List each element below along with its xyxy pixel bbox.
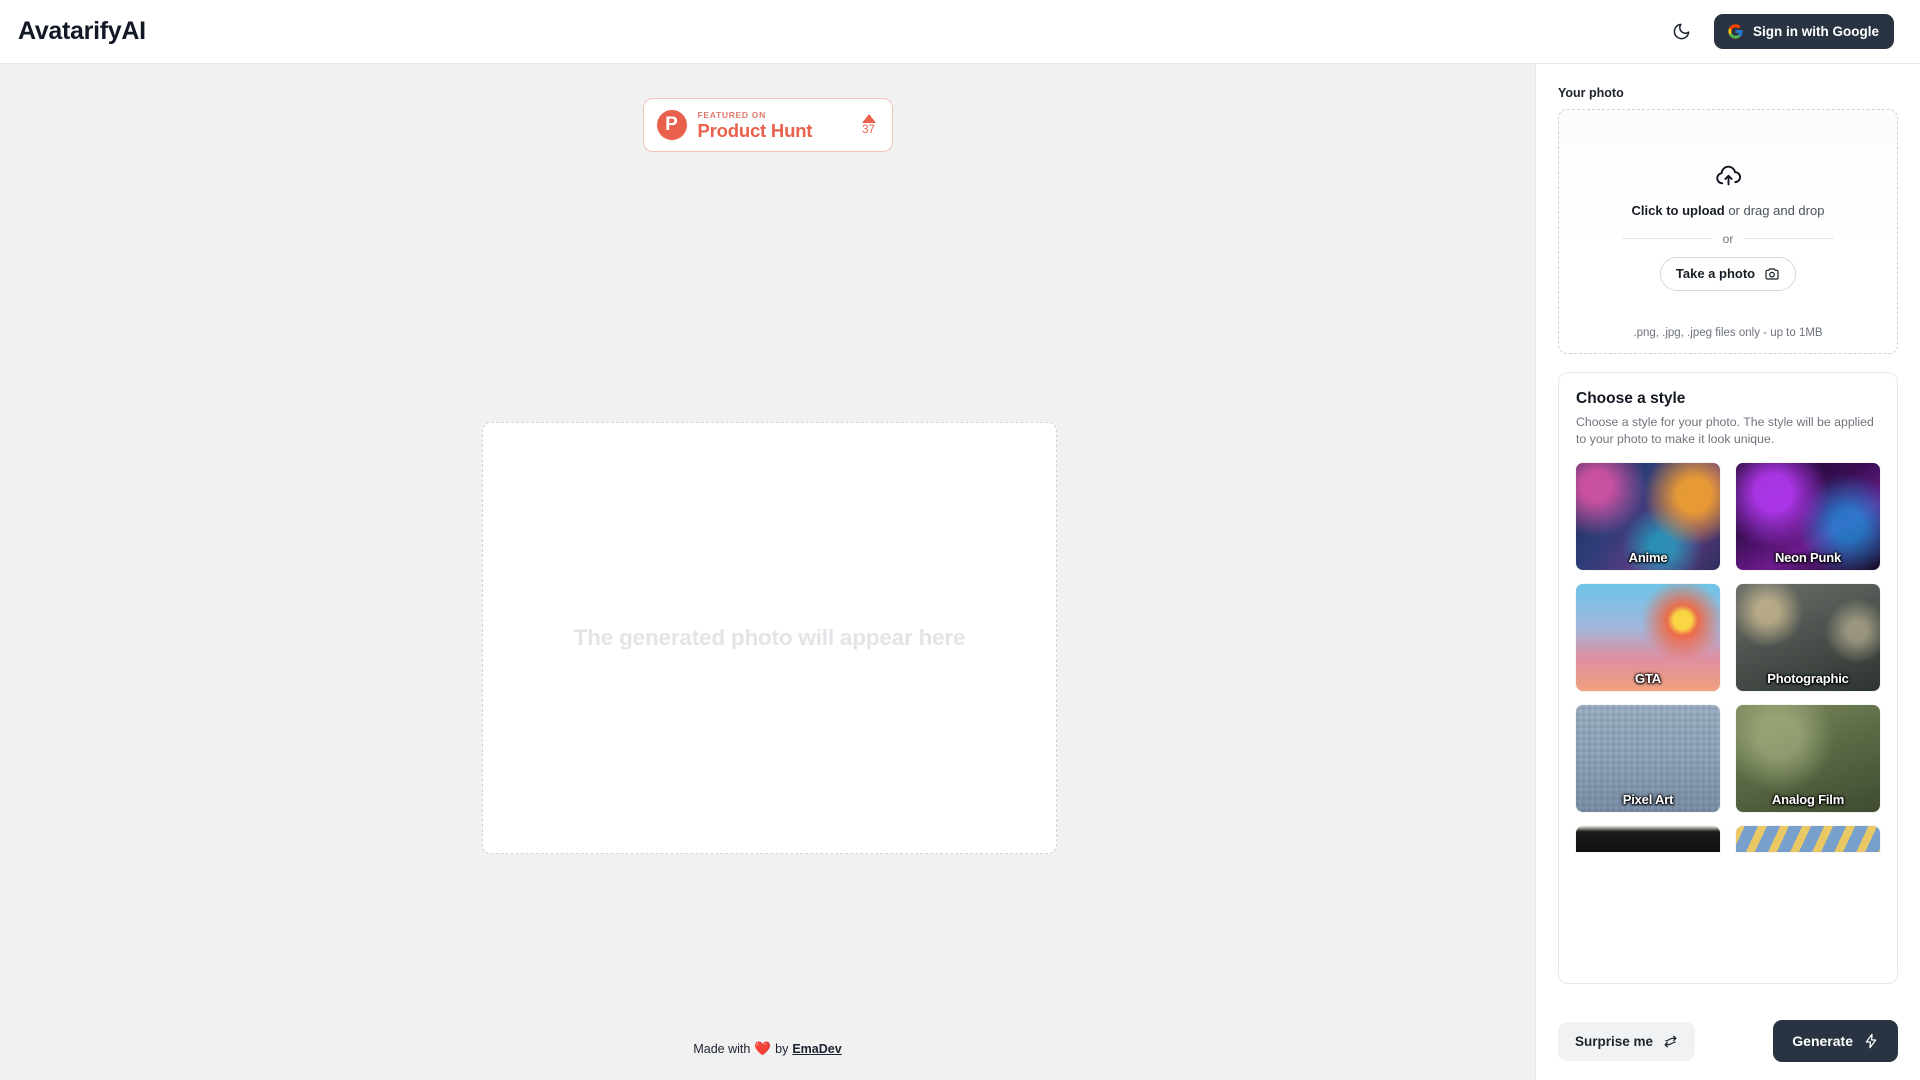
lightning-icon	[1865, 1033, 1877, 1049]
take-a-photo-label: Take a photo	[1675, 266, 1756, 281]
sign-in-label: Sign in with Google	[1753, 24, 1879, 39]
moon-icon	[1673, 23, 1689, 40]
app-logo: AvatarifyAI	[18, 17, 146, 45]
generate-button[interactable]: Generate	[1773, 1020, 1898, 1062]
footer-author-link[interactable]: EmaDev	[792, 1042, 841, 1056]
product-hunt-upvote-count: 37	[862, 124, 875, 136]
main-content: P FEATURED ON Product Hunt 37 The genera…	[0, 64, 1535, 1080]
surprise-me-button[interactable]: Surprise me	[1558, 1021, 1696, 1061]
or-label: or	[1722, 231, 1734, 246]
sidebar-scroll-area[interactable]: Your photo Click to upload or drag and d…	[1536, 64, 1920, 1002]
click-to-upload-text: Click to upload	[1631, 202, 1725, 218]
style-grid-clipped-row	[1576, 826, 1880, 852]
style-option-anime[interactable]: Anime	[1576, 463, 1720, 570]
theme-toggle-button[interactable]	[1666, 17, 1696, 47]
divider-line-right	[1743, 238, 1835, 239]
style-option-pixel-art[interactable]: Pixel Art	[1576, 705, 1720, 812]
product-hunt-name: Product Hunt	[697, 119, 813, 141]
panel-action-bar: Surprise me Generate	[1536, 1002, 1920, 1080]
shuffle-icon	[1664, 1035, 1677, 1047]
drag-and-drop-text: or drag and drop	[1724, 202, 1825, 218]
style-thumbnail-image	[1736, 826, 1880, 852]
style-option-label: Pixel Art	[1622, 792, 1674, 807]
camera-icon	[1765, 267, 1779, 280]
divider-line-left	[1622, 238, 1713, 239]
style-option-neon-punk[interactable]: Neon Punk	[1736, 463, 1880, 570]
generate-label: Generate	[1792, 1033, 1853, 1049]
style-option-partial-right[interactable]	[1736, 826, 1880, 852]
product-hunt-text: FEATURED ON Product Hunt	[698, 110, 851, 141]
choose-style-title: Choose a style	[1576, 390, 1686, 407]
cloud-upload-icon	[1715, 165, 1741, 185]
page-footer: Made with ❤️ by EmaDev	[0, 1018, 1535, 1080]
sidebar-panel: Your photo Click to upload or drag and d…	[1535, 64, 1920, 1080]
footer-made-with-text: Made with	[693, 1042, 751, 1056]
product-hunt-featured-label: FEATURED ON	[697, 109, 766, 120]
dropzone-instruction: Click to upload or drag and drop	[1632, 203, 1825, 218]
canvas-placeholder-text: The generated photo will appear here	[573, 625, 966, 650]
header-actions: Sign in with Google	[1666, 14, 1894, 49]
photo-dropzone[interactable]: Click to upload or drag and drop or Take…	[1558, 109, 1898, 354]
take-a-photo-button[interactable]: Take a photo	[1659, 256, 1797, 291]
generated-photo-canvas: The generated photo will appear here	[482, 422, 1057, 854]
heart-icon: ❤️	[754, 1041, 772, 1056]
footer-by-text: by	[775, 1042, 789, 1056]
your-photo-label: Your photo	[1558, 86, 1624, 100]
surprise-me-label: Surprise me	[1575, 1033, 1654, 1049]
style-grid: Anime Neon Punk GTA Photographic Pixel A…	[1576, 463, 1880, 812]
google-logo-icon	[1728, 24, 1743, 39]
upvote-triangle-icon	[861, 114, 876, 123]
style-option-label: Analog Film	[1771, 792, 1845, 807]
style-thumbnail-image	[1576, 826, 1720, 852]
style-option-gta[interactable]: GTA	[1576, 584, 1720, 691]
app-root: AvatarifyAI Sign in with Google P FEATUR…	[0, 0, 1920, 1080]
style-option-label: GTA	[1635, 671, 1661, 686]
choose-style-description: Choose a style for your photo. The style…	[1576, 415, 1874, 446]
style-option-analog-film[interactable]: Analog Film	[1736, 705, 1880, 812]
sign-in-with-google-button[interactable]: Sign in with Google	[1714, 14, 1894, 49]
style-option-photographic[interactable]: Photographic	[1736, 584, 1880, 691]
or-divider: or	[1622, 231, 1835, 246]
style-option-label: Neon Punk	[1774, 550, 1842, 565]
product-hunt-upvote: 37	[861, 114, 879, 136]
style-option-partial-left[interactable]	[1576, 826, 1720, 852]
product-hunt-badge[interactable]: P FEATURED ON Product Hunt 37	[642, 98, 893, 152]
app-header: AvatarifyAI Sign in with Google	[0, 0, 1920, 64]
choose-style-card: Choose a style Choose a style for your p…	[1558, 372, 1898, 984]
page-body: P FEATURED ON Product Hunt 37 The genera…	[0, 64, 1920, 1080]
product-hunt-logo-icon: P	[656, 110, 687, 140]
style-option-label: Photographic	[1767, 671, 1849, 686]
file-type-hint: .png, .jpg, .jpeg files only - up to 1MB	[1633, 327, 1823, 339]
style-option-label: Anime	[1628, 550, 1668, 565]
